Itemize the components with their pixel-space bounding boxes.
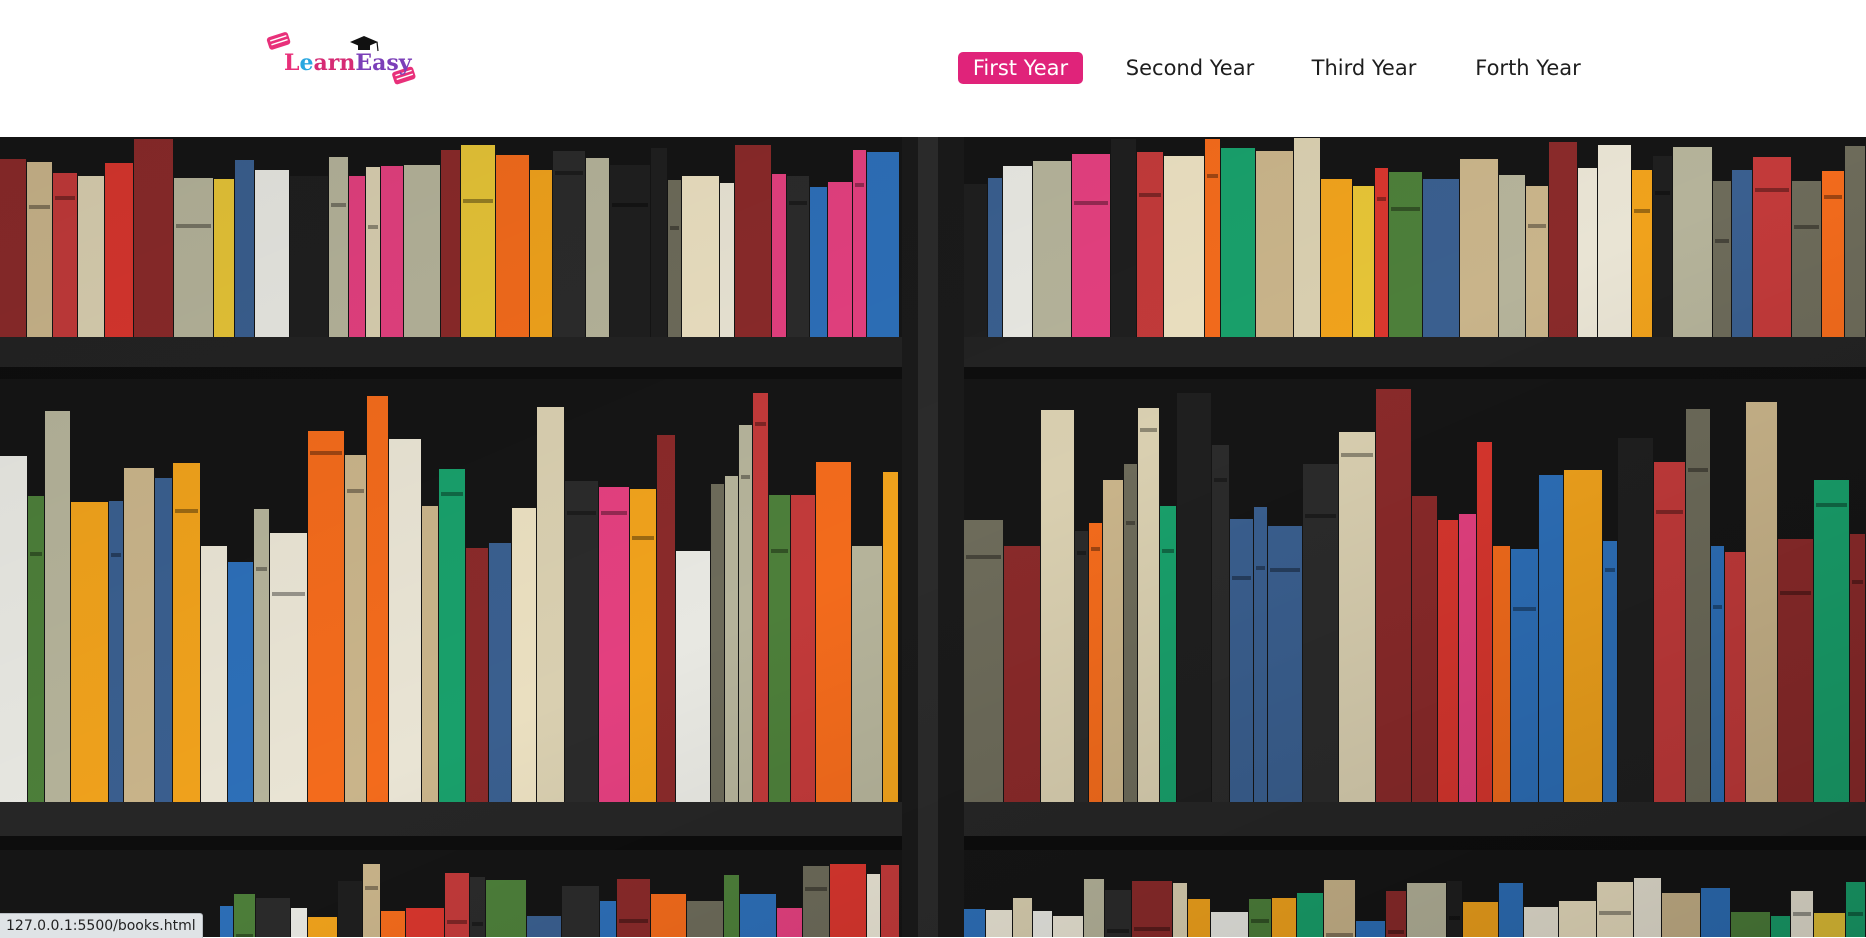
site-logo[interactable]: LearnEasy xyxy=(262,28,422,90)
nav-forth-year[interactable]: Forth Year xyxy=(1468,52,1588,84)
nav-second-year[interactable]: Second Year xyxy=(1120,52,1260,84)
browser-status-url: 127.0.0.1:5500/books.html xyxy=(0,913,203,938)
site-header: LearnEasy First Year Second Year Third Y… xyxy=(0,0,1866,137)
nav-third-year[interactable]: Third Year xyxy=(1305,52,1423,84)
bookshelf-illustration xyxy=(0,137,1866,937)
logo-wordmark: LearnEasy xyxy=(284,50,412,76)
hero-bookshelf-image xyxy=(0,137,1866,937)
nav-first-year[interactable]: First Year xyxy=(958,52,1083,84)
